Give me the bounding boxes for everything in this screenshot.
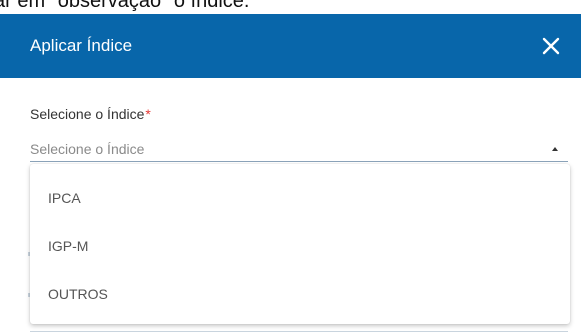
option-igp-m[interactable]: IGP-M (30, 222, 570, 270)
background-field-line (30, 331, 568, 332)
index-select-placeholder: Selecione o Índice (30, 141, 145, 157)
caret-up-icon (552, 147, 558, 151)
background-instruction-text: ar em "observação" o índice. (0, 0, 250, 12)
required-marker: * (145, 106, 151, 122)
modal-header: Aplicar Índice (0, 14, 581, 78)
close-icon (542, 37, 560, 55)
option-outros[interactable]: OUTROS (30, 270, 570, 318)
index-dropdown-menu: IPCA IGP-M OUTROS (30, 164, 570, 324)
index-field-label: Selecione o Índice* (30, 106, 151, 122)
index-label-text: Selecione o Índice (30, 106, 145, 122)
option-ipca[interactable]: IPCA (30, 174, 570, 222)
close-button[interactable] (537, 32, 565, 60)
modal-title: Aplicar Índice (30, 36, 133, 55)
index-select[interactable]: Selecione o Índice (30, 138, 568, 162)
